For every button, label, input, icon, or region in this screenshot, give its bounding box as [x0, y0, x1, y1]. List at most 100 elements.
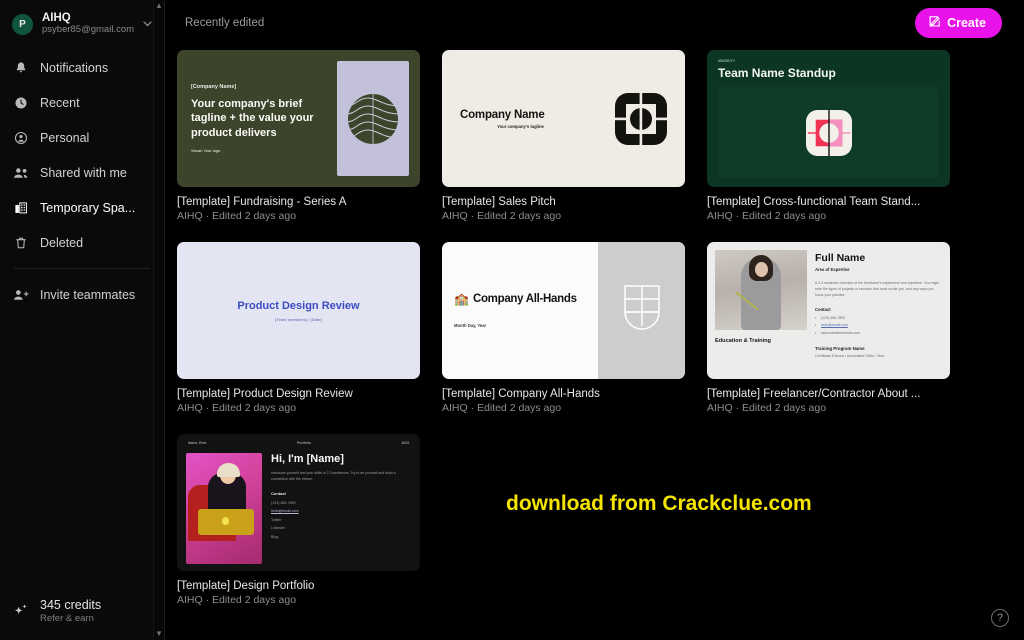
app-root: P AIHQ psyber85@gmail.com Notifications: [0, 0, 1024, 640]
sidebar-item-label: Recent: [40, 95, 80, 110]
contact-phone: (123) 456-7890: [271, 500, 296, 505]
contact-linkedin: LinkedIn: [271, 526, 285, 531]
sidebar-scrollbar[interactable]: ▲ ▼: [153, 0, 164, 640]
slide-title-row: 🏫 Company All-Hands: [454, 293, 598, 305]
slide-title: Team Name Standup: [718, 66, 836, 80]
training-program-name: Training Program Name: [815, 345, 865, 351]
profile-paragraph: A 2-3 sentence overview of the freelance…: [815, 281, 940, 298]
thumbnail[interactable]: Education & Training Full Name Area of E…: [707, 242, 950, 379]
credits-widget[interactable]: 345 credits Refer & earn: [12, 598, 152, 624]
sidebar-item-label: Deleted: [40, 235, 84, 250]
sidebar-nav: Notifications Recent Personal Shared wit…: [0, 46, 164, 312]
slide-heading: Hi, I'm [Name]: [271, 453, 344, 465]
thumbnail[interactable]: MM/DD/YY Team Name Standup: [707, 50, 950, 187]
sidebar-item-personal[interactable]: Personal: [0, 120, 164, 155]
avatar: P: [12, 13, 33, 35]
people-icon: [12, 164, 29, 181]
sidebar-item-temporary-space[interactable]: Temporary Spa...: [0, 190, 164, 225]
scroll-up-icon[interactable]: ▲: [155, 2, 163, 10]
sidebar: P AIHQ psyber85@gmail.com Notifications: [0, 0, 165, 640]
credits-text: 345 credits Refer & earn: [40, 598, 101, 624]
school-emoji-icon: 🏫: [454, 292, 469, 306]
face-shape: [755, 262, 768, 277]
card-product-design-review[interactable]: Product Design Review [Team members] • […: [177, 242, 420, 414]
contact-email: hello@email.com: [815, 323, 942, 327]
slide-body: [718, 87, 939, 178]
card-title: [Template] Freelancer/Contractor About .…: [707, 388, 921, 400]
decorative-circle: [348, 93, 398, 144]
hair-shape: [217, 463, 240, 477]
slide-date: Month Day, Year: [454, 323, 487, 328]
card-title: [Template] Cross-functional Team Stand..…: [707, 196, 921, 208]
card-subtitle: AIHQ · Edited 2 days ago: [177, 594, 297, 606]
building-icon: [12, 199, 29, 216]
profile-switcher[interactable]: P AIHQ psyber85@gmail.com: [0, 0, 164, 46]
sidebar-item-recent[interactable]: Recent: [0, 85, 164, 120]
thumbnail[interactable]: Name, Role Portfolio 2023 Hi, I'm [Name]…: [177, 434, 420, 571]
slide-company: [Company Name]: [191, 84, 237, 91]
bar-center-label: Portfolio: [296, 441, 311, 445]
sidebar-item-label: Invite teammates: [40, 287, 136, 302]
sidebar-item-shared-with-me[interactable]: Shared with me: [0, 155, 164, 190]
credits-amount: 345 credits: [40, 598, 102, 612]
bar-left-label: Name, Role: [188, 441, 207, 445]
logo-glow-shape: [222, 517, 229, 525]
create-button[interactable]: Create: [915, 8, 1002, 38]
card-title: [Template] Product Design Review: [177, 388, 353, 400]
slide-kicker: MM/DD/YY: [718, 59, 735, 63]
card-subtitle: AIHQ · Edited 2 days ago: [177, 210, 297, 222]
section-title: Recently edited: [185, 17, 265, 29]
trash-icon: [12, 234, 29, 251]
card-company-all-hands[interactable]: 🏫 Company All-Hands Month Day, Year [Tem…: [442, 242, 685, 414]
education-label: Education & Training: [715, 338, 771, 344]
slide-title: Company All-Hands: [472, 293, 577, 305]
slide-text: [Company Name] Your company's brief tagl…: [188, 61, 337, 176]
sidebar-divider: [14, 268, 150, 270]
card-fundraising[interactable]: [Company Name] Your company's brief tagl…: [177, 50, 420, 222]
profile-full-name: Full Name: [815, 252, 866, 264]
slide-company: Company Name: [460, 108, 545, 121]
template-grid: [Company Name] Your company's brief tagl…: [165, 46, 1024, 606]
person-circle-icon: [12, 129, 29, 146]
profile-area: Area of Expertise: [815, 267, 850, 272]
slide-header-bar: Name, Role Portfolio 2023: [186, 441, 411, 445]
contact-heading: Contact: [815, 307, 831, 313]
scroll-down-icon[interactable]: ▼: [155, 630, 163, 638]
contact-blog: Blog: [271, 534, 279, 539]
thumbnail[interactable]: 🏫 Company All-Hands Month Day, Year: [442, 242, 685, 379]
slide-subtitle: [Team members] • [Date]: [275, 316, 322, 322]
profile-email: psyber85@gmail.com: [42, 25, 134, 36]
sidebar-footer: 345 credits Refer & earn: [0, 598, 164, 640]
card-title: [Template] Fundraising - Series A: [177, 196, 347, 208]
sidebar-item-label: Notifications: [40, 60, 109, 75]
portrait-photo: [186, 453, 262, 564]
sidebar-item-invite-teammates[interactable]: Invite teammates: [0, 277, 164, 312]
sidebar-item-deleted[interactable]: Deleted: [0, 225, 164, 260]
card-subtitle: AIHQ · Edited 2 days ago: [442, 210, 562, 222]
thumbnail[interactable]: Company Name Your company's tagline: [442, 50, 685, 187]
slide-body: Hi, I'm [Name] Introduce yourself and yo…: [186, 453, 411, 564]
card-design-portfolio[interactable]: Name, Role Portfolio 2023 Hi, I'm [Name]…: [177, 434, 420, 606]
card-subtitle: AIHQ · Edited 2 days ago: [442, 402, 562, 414]
thumbnail[interactable]: Product Design Review [Team members] • […: [177, 242, 420, 379]
thumbnail[interactable]: [Company Name] Your company's brief tagl…: [177, 50, 420, 187]
sidebar-item-notifications[interactable]: Notifications: [0, 50, 164, 85]
slide-right-column: Full Name Area of Expertise A 2-3 senten…: [815, 250, 942, 371]
sidebar-item-label: Shared with me: [40, 165, 127, 180]
sparkle-icon: [12, 603, 29, 620]
create-button-label: Create: [947, 16, 986, 30]
card-subtitle: AIHQ · Edited 2 days ago: [707, 402, 827, 414]
card-team-standup[interactable]: MM/DD/YY Team Name Standup [Template] Cr…: [707, 50, 950, 222]
clock-icon: [12, 94, 29, 111]
card-sales-pitch[interactable]: Company Name Your company's tagline [Tem…: [442, 50, 685, 222]
portrait-photo: [715, 250, 807, 330]
slide-title: Product Design Review: [237, 299, 360, 312]
card-freelancer-about[interactable]: Education & Training Full Name Area of E…: [707, 242, 950, 414]
card-title: [Template] Design Portfolio: [177, 580, 315, 592]
main-content: Recently edited Create [Company Name] Yo…: [165, 0, 1024, 640]
slide-text: Company Name Your company's tagline: [460, 109, 615, 129]
slide-paragraph: Introduce yourself and your skills in 2-…: [271, 471, 396, 482]
bell-icon: [12, 59, 29, 76]
help-icon[interactable]: ?: [991, 609, 1009, 627]
card-subtitle: AIHQ · Edited 2 days ago: [177, 402, 297, 414]
